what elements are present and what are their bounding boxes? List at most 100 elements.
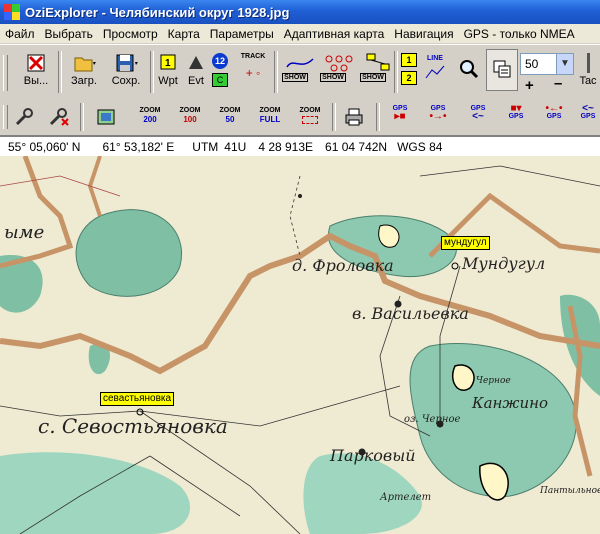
exit-button[interactable]: Вы... [20, 49, 52, 93]
main-toolbar: Вы... Загр. Сохр. 1 Wpt Evt 12 C TRACK +… [0, 44, 600, 100]
gps-receive-track-button[interactable]: <~ GPS [576, 103, 600, 121]
map-label-mundugul: Мундугул [462, 254, 546, 273]
tools-icon [15, 108, 33, 126]
route-button[interactable]: 12 C [206, 49, 234, 93]
print-button[interactable] [344, 107, 364, 130]
wpt-list-icon-2: 2 [401, 71, 417, 85]
move-map-button[interactable] [486, 49, 518, 91]
tac-button[interactable]: Tac [576, 49, 600, 93]
route-count-badge: 12 [212, 53, 228, 69]
zoom-200-button[interactable]: ZOOM 200 [132, 106, 168, 124]
menu-view[interactable]: Просмотр [98, 27, 163, 41]
menu-gps-nmea[interactable]: GPS - только NMEA [459, 27, 580, 41]
map-calibrate-button[interactable] [48, 107, 70, 130]
map-canvas [0, 156, 600, 534]
gps-receive-wpt-button[interactable]: ■▾ GPS [504, 103, 528, 121]
waypoint-icon: 1 [158, 53, 178, 73]
map-label-sevostyanovka: с. Севостьяновка [38, 414, 228, 438]
oziexplorer-window: OziExplorer - Челябинский округ 1928.jpg… [0, 0, 600, 534]
gps-send-wpt-button[interactable]: GPS ▸■ [388, 105, 412, 122]
app-icon [4, 4, 20, 20]
gps-send-track-button[interactable]: GPS <~ [466, 105, 490, 122]
show-track-button[interactable]: SHOW [278, 49, 314, 93]
latitude-readout: 55° 05,060' N [8, 139, 81, 154]
find-button[interactable] [454, 49, 484, 93]
event-icon [186, 53, 206, 73]
menu-settings[interactable]: Параметры [205, 27, 279, 41]
map-label-frolovka: д. Фроловка [292, 256, 394, 275]
line-button[interactable]: LINE [422, 49, 448, 93]
map-pages-icon [492, 59, 512, 79]
wpt-list-icon: 1 [401, 53, 417, 67]
zoom-50-button[interactable]: ZOOM 50 [212, 106, 248, 124]
forest-patch [75, 209, 182, 297]
secondary-toolbar: ZOOM 200 ZOOM 100 ZOOM 50 ZOOM FULL ZOOM… [0, 99, 600, 136]
zoom-box-icon [302, 116, 318, 124]
gps-receive-route-icon: •←• [545, 103, 563, 114]
folder-open-icon [74, 53, 96, 73]
route-c-icon: C [212, 73, 228, 87]
map-label-vasilyevka: в. Васильевка [352, 304, 469, 323]
datum-readout: WGS 84 [397, 139, 443, 154]
map-view[interactable]: мундугул севастьяновка д. Фроловка Мунду… [0, 156, 600, 534]
track-plus-icon: + ◦ [245, 66, 261, 80]
road [419, 165, 600, 187]
save-disk-icon [116, 53, 138, 73]
map-image-button[interactable] [96, 107, 116, 130]
line-chart-icon [425, 64, 445, 84]
show-waypoints-button[interactable]: SHOW [316, 49, 353, 93]
calibrate-icon [49, 108, 69, 126]
waypoints-dots-icon [323, 53, 353, 73]
exit-icon [26, 53, 46, 73]
zoom-out-button[interactable]: – [554, 75, 562, 92]
waypoint-label-mundugul[interactable]: мундугул [441, 236, 490, 250]
gps-receive-route-button[interactable]: •←• GPS [542, 103, 566, 121]
gps-send-route-button[interactable]: GPS •→• [426, 105, 450, 122]
gps-arrow-right-icon: ▸■ [394, 111, 406, 122]
waypoint-button[interactable]: 1 Wpt [154, 49, 182, 93]
chevron-down-icon[interactable]: ▼ [556, 54, 573, 74]
map-image-icon [97, 109, 115, 125]
utm-label: UTM [192, 139, 219, 154]
gps-route-icon: •→• [429, 111, 447, 122]
waypoint-marker[interactable] [451, 262, 459, 270]
map-label-fragment: ыме [4, 222, 45, 243]
menu-map[interactable]: Карта [163, 27, 205, 41]
zoom-box-button[interactable]: ZOOM [292, 106, 328, 124]
map-label-kanzhino: Канжино [472, 394, 549, 412]
map-label-chernoe: Черное [476, 376, 511, 386]
wpt-list-button[interactable]: 1 2 [398, 49, 420, 93]
menu-navigation[interactable]: Навигация [389, 27, 458, 41]
toolbar2-grip[interactable] [3, 105, 8, 129]
map-label-oz-chernoe: оз. Черное [404, 414, 461, 425]
menu-adaptive-map[interactable]: Адаптивная карта [279, 27, 390, 41]
zoom-combo[interactable]: 50 ▼ [520, 53, 574, 75]
track-button[interactable]: TRACK + ◦ [236, 49, 270, 93]
map-label-parkovy: Парковый [330, 446, 416, 465]
zoom-in-button[interactable]: + [525, 77, 534, 94]
region-boundary [87, 156, 102, 217]
route-icon [363, 53, 390, 73]
menu-select[interactable]: Выбрать [40, 27, 98, 41]
gps-receive-icon: ■▾ [510, 103, 522, 114]
zoom-full-button[interactable]: ZOOM FULL [252, 106, 288, 124]
magnifier-icon [459, 59, 479, 79]
gps-track-icon: <~ [472, 111, 484, 122]
load-button[interactable]: Загр. [64, 49, 104, 93]
waypoint-label-sevastyanovka[interactable]: севастьяновка [100, 392, 175, 406]
region-boundary [0, 156, 74, 269]
toolbar-grip[interactable] [3, 55, 8, 91]
save-button[interactable]: Сохр. [106, 49, 146, 93]
gps-receive-track-icon: <~ [582, 103, 594, 114]
lake [451, 364, 475, 391]
window-title: OziExplorer - Челябинский округ 1928.jpg [25, 4, 290, 20]
menu-bar: Файл Выбрать Просмотр Карта Параметры Ад… [0, 24, 600, 43]
track-line-icon [285, 53, 314, 73]
utm-zone: 41U [224, 139, 247, 154]
road [0, 175, 121, 197]
map-tools-button[interactable] [14, 107, 34, 130]
show-routes-button[interactable]: SHOW [356, 49, 390, 93]
zoom-100-button[interactable]: ZOOM 100 [172, 106, 208, 124]
map-label-artelet: Артелет [380, 492, 432, 503]
menu-file[interactable]: Файл [0, 27, 40, 41]
